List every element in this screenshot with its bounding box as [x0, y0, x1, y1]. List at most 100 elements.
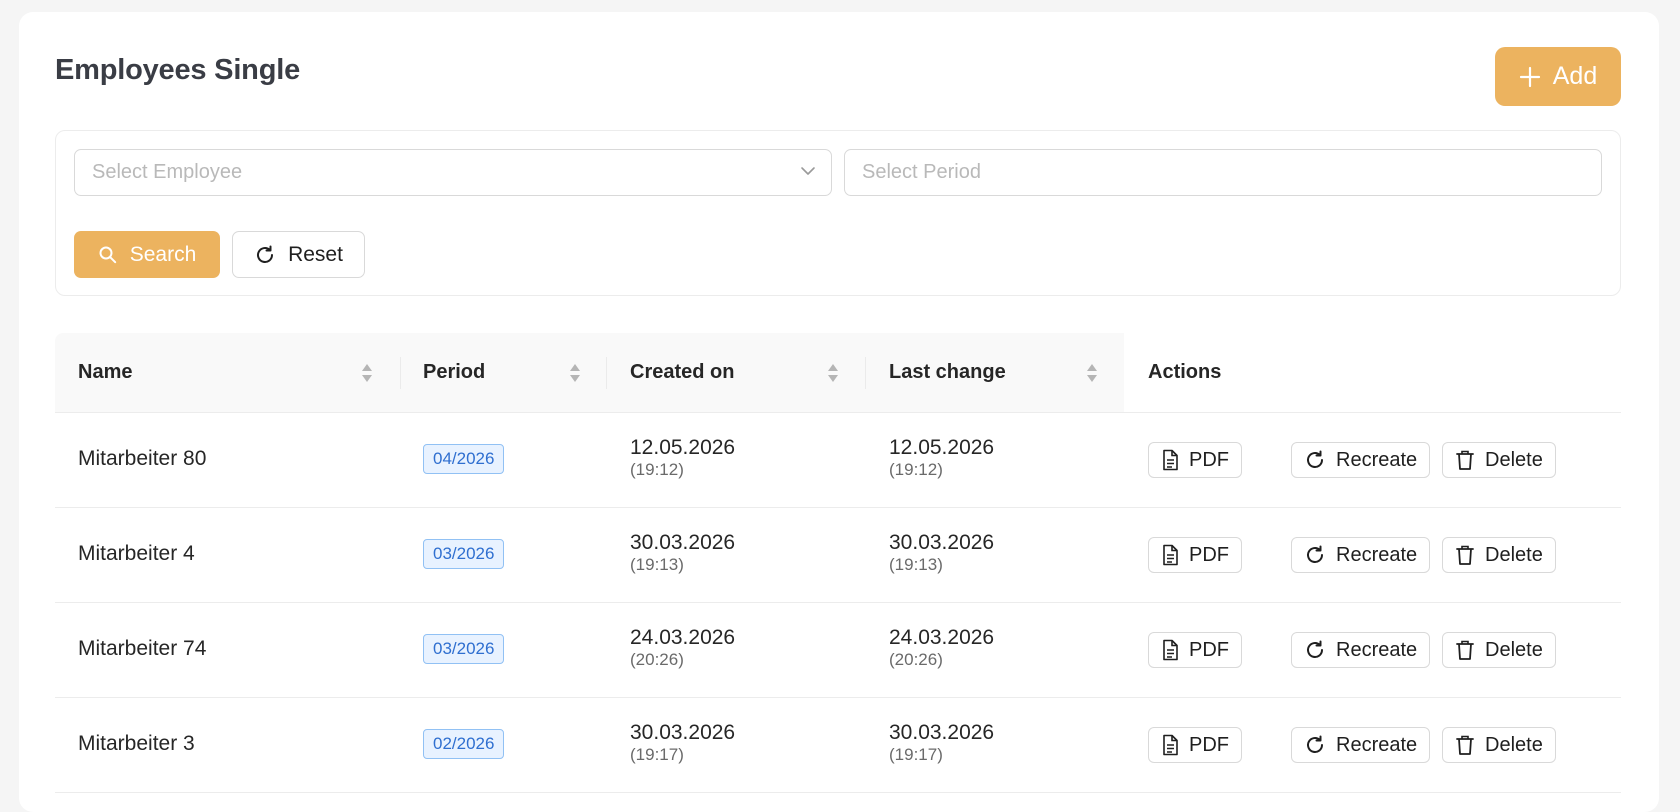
recreate-button-label: Recreate [1336, 543, 1418, 566]
created-time: (19:12) [630, 460, 684, 479]
delete-button[interactable]: Delete [1442, 632, 1556, 668]
changed-time: (20:26) [889, 650, 943, 669]
search-icon [98, 245, 118, 265]
column-header-actions: Actions [1148, 361, 1222, 383]
delete-button-label: Delete [1485, 543, 1543, 566]
recreate-button[interactable]: Recreate [1291, 727, 1431, 763]
period-tag: 04/2026 [423, 444, 505, 474]
pdf-button-label: PDF [1189, 638, 1229, 661]
delete-button-label: Delete [1485, 448, 1543, 471]
changed-time: (19:17) [889, 745, 943, 764]
filter-panel: Select Employee Select Period Search Res… [55, 130, 1621, 296]
employee-name: Mitarbeiter 3 [78, 732, 195, 755]
add-button-label: Add [1552, 62, 1598, 90]
column-header-period[interactable]: Period [423, 333, 485, 412]
table-row: Mitarbeiter 3 02/2026 30.03.2026 (19:17)… [55, 698, 1621, 793]
page-title: Employees Single [55, 54, 300, 86]
employee-select-placeholder: Select Employee [92, 161, 243, 183]
column-header-last-change[interactable]: Last change [889, 333, 1006, 412]
recreate-button-label: Recreate [1336, 448, 1418, 471]
recreate-button[interactable]: Recreate [1291, 632, 1431, 668]
period-tag: 03/2026 [423, 539, 505, 569]
changed-date: 30.03.2026 [889, 531, 995, 554]
created-on: 30.03.2026 (19:13) [630, 531, 735, 575]
search-button-label: Search [129, 242, 197, 266]
delete-button-label: Delete [1485, 638, 1543, 661]
employees-table: Name Period Created on Last change Actio… [55, 333, 1621, 793]
created-date: 12.05.2026 [630, 436, 736, 459]
page-card: Employees Single Add Select Employee Sel… [19, 12, 1659, 812]
delete-button[interactable]: Delete [1442, 537, 1556, 573]
trash-icon [1455, 449, 1475, 471]
pdf-button[interactable]: PDF [1148, 537, 1242, 573]
changed-date: 30.03.2026 [889, 721, 995, 744]
file-icon [1161, 544, 1179, 566]
changed-time: (19:12) [889, 460, 943, 479]
created-time: (19:17) [630, 745, 684, 764]
table-row: Mitarbeiter 74 03/2026 24.03.2026 (20:26… [55, 603, 1621, 698]
pdf-button[interactable]: PDF [1148, 632, 1242, 668]
recreate-button-label: Recreate [1336, 638, 1418, 661]
trash-icon [1455, 734, 1475, 756]
column-header-name[interactable]: Name [78, 333, 132, 412]
sort-icon[interactable] [360, 362, 374, 384]
pdf-button-label: PDF [1189, 543, 1229, 566]
table-body: Mitarbeiter 80 04/2026 12.05.2026 (19:12… [55, 413, 1621, 793]
table-row: Mitarbeiter 80 04/2026 12.05.2026 (19:12… [55, 413, 1621, 508]
employee-name: Mitarbeiter 74 [78, 637, 207, 660]
file-icon [1161, 734, 1179, 756]
employee-name: Mitarbeiter 80 [78, 447, 207, 470]
table-row: Mitarbeiter 4 03/2026 30.03.2026 (19:13)… [55, 508, 1621, 603]
sort-icon[interactable] [826, 362, 840, 384]
last-change: 30.03.2026 (19:17) [889, 721, 994, 765]
trash-icon [1455, 544, 1475, 566]
reload-icon [1304, 544, 1326, 566]
pdf-button[interactable]: PDF [1148, 727, 1242, 763]
created-date: 24.03.2026 [630, 626, 736, 649]
period-select-placeholder: Select Period [862, 161, 981, 183]
reset-button-label: Reset [288, 242, 343, 266]
period-tag: 03/2026 [423, 634, 505, 664]
last-change: 12.05.2026 (19:12) [889, 436, 994, 480]
changed-date: 12.05.2026 [889, 436, 995, 459]
recreate-button[interactable]: Recreate [1291, 442, 1431, 478]
changed-date: 24.03.2026 [889, 626, 995, 649]
table-header: Name Period Created on Last change Actio… [55, 333, 1621, 413]
search-button[interactable]: Search [74, 231, 220, 278]
delete-button[interactable]: Delete [1442, 727, 1556, 763]
plus-icon [1519, 66, 1541, 88]
reload-icon [1304, 639, 1326, 661]
created-on: 24.03.2026 (20:26) [630, 626, 735, 670]
trash-icon [1455, 639, 1475, 661]
created-on: 30.03.2026 (19:17) [630, 721, 735, 765]
period-tag: 02/2026 [423, 729, 505, 759]
created-time: (19:13) [630, 555, 684, 574]
sort-icon[interactable] [568, 362, 582, 384]
column-header-created[interactable]: Created on [630, 333, 734, 412]
reload-icon [1304, 449, 1326, 471]
created-date: 30.03.2026 [630, 721, 736, 744]
reload-icon [1304, 734, 1326, 756]
reset-button[interactable]: Reset [232, 231, 365, 278]
delete-button-label: Delete [1485, 733, 1543, 756]
chevron-down-icon [799, 162, 817, 180]
period-select[interactable]: Select Period [844, 149, 1602, 196]
last-change: 30.03.2026 (19:13) [889, 531, 994, 575]
changed-time: (19:13) [889, 555, 943, 574]
recreate-button[interactable]: Recreate [1291, 537, 1431, 573]
recreate-button-label: Recreate [1336, 733, 1418, 756]
created-on: 12.05.2026 (19:12) [630, 436, 735, 480]
file-icon [1161, 639, 1179, 661]
pdf-button-label: PDF [1189, 448, 1229, 471]
pdf-button-label: PDF [1189, 733, 1229, 756]
employee-select[interactable]: Select Employee [74, 149, 832, 196]
file-icon [1161, 449, 1179, 471]
last-change: 24.03.2026 (20:26) [889, 626, 994, 670]
created-time: (20:26) [630, 650, 684, 669]
delete-button[interactable]: Delete [1442, 442, 1556, 478]
add-button[interactable]: Add [1495, 47, 1621, 106]
created-date: 30.03.2026 [630, 531, 736, 554]
sort-icon[interactable] [1085, 362, 1099, 384]
pdf-button[interactable]: PDF [1148, 442, 1242, 478]
reload-icon [254, 244, 276, 266]
